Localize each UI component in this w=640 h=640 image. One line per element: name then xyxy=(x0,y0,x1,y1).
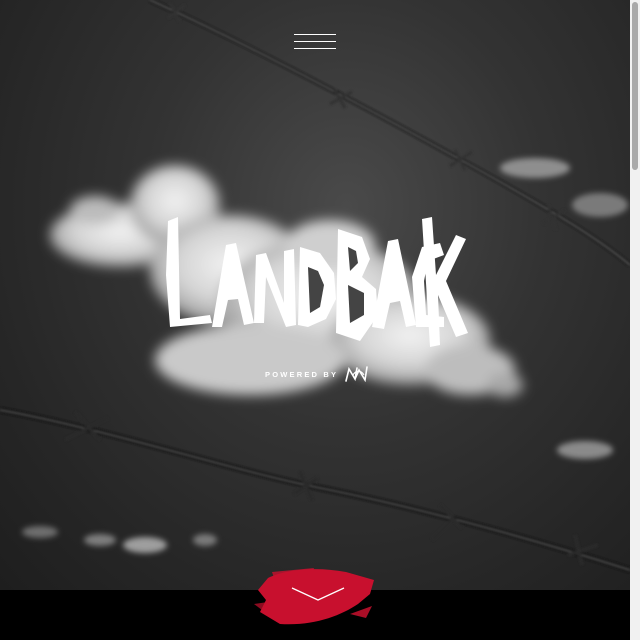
hamburger-menu-button[interactable] xyxy=(294,30,338,54)
powered-by: POWERED BY NDN xyxy=(265,364,370,384)
hero-section: LANDBACK POWERED BY NDN xyxy=(0,0,630,590)
scroll-down-button[interactable] xyxy=(254,564,380,630)
page: LANDBACK POWERED BY NDN xyxy=(0,0,640,640)
red-brush-stroke xyxy=(254,568,374,625)
landback-logo-lettering xyxy=(166,217,468,347)
barbed-wire-bottom xyxy=(0,407,630,573)
ndn-logo-icon[interactable] xyxy=(344,366,370,382)
scrollbar-thumb[interactable] xyxy=(632,2,638,170)
landback-logo[interactable] xyxy=(150,215,480,355)
vertical-scrollbar[interactable] xyxy=(630,0,640,640)
hamburger-menu-icon xyxy=(294,34,336,35)
powered-by-label: POWERED BY xyxy=(265,369,339,379)
